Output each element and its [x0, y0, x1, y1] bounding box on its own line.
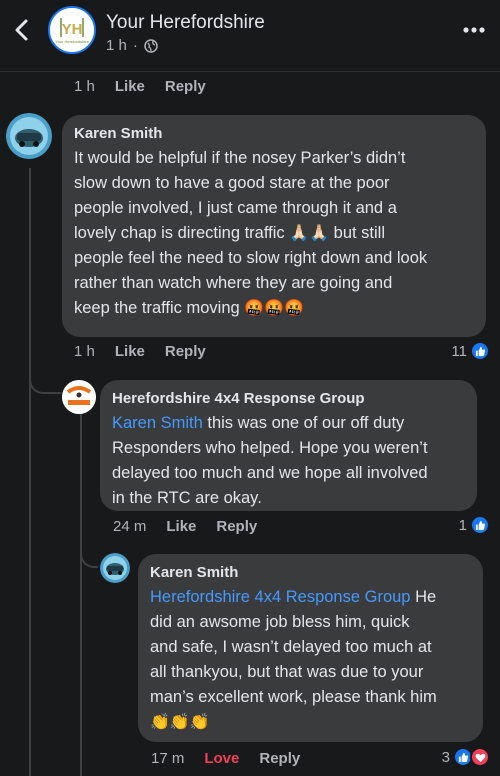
- angry-face-emoji: 🤬🤬🤬: [244, 299, 305, 317]
- mention-link[interactable]: Karen Smith: [112, 414, 203, 432]
- post-time[interactable]: 1 h: [106, 37, 127, 54]
- reply-button[interactable]: Reply: [216, 518, 257, 535]
- response-group-logo-icon: [62, 380, 96, 414]
- thread-connector: [29, 366, 61, 394]
- comment-line: did an awsome job bless him, quick: [150, 613, 410, 631]
- more-options-icon[interactable]: [462, 20, 486, 40]
- karen-smith-avatar[interactable]: [100, 553, 130, 583]
- comment-actions: 1 h Like Reply: [74, 343, 206, 360]
- page-title[interactable]: Your Herefordshire: [106, 12, 265, 34]
- reaction-count: 3: [441, 748, 450, 766]
- comment-time[interactable]: 1 h: [74, 343, 95, 360]
- comment-line: delayed too much and we hope all involve…: [112, 464, 428, 482]
- comment-bubble: Herefordshire 4x4 Response Group Karen S…: [100, 380, 477, 511]
- avatar-image: [6, 113, 52, 159]
- previous-comment-actions: 1 h Like Reply: [74, 78, 206, 95]
- globe-icon: [144, 38, 158, 53]
- comment-line: but still: [333, 224, 386, 242]
- comment-line: and safe, I wasn’t delayed too much at: [150, 638, 432, 656]
- mention-link[interactable]: Herefordshire 4x4 Response Group: [150, 588, 410, 606]
- reaction-count: 1: [458, 516, 467, 534]
- comment-actions: 24 m Like Reply: [113, 518, 257, 535]
- svg-text:Your Herefordshire: Your Herefordshire: [55, 39, 89, 44]
- reply-button[interactable]: Reply: [165, 78, 206, 95]
- comment-line: rather than watch where they are going a…: [74, 274, 393, 292]
- praying-hands-emoji: 🙏🏻🙏🏻: [289, 224, 330, 242]
- comment-author[interactable]: Karen Smith: [150, 564, 471, 581]
- comment-text: Herefordshire 4x4 Response Group He did …: [150, 585, 471, 735]
- reaction-summary[interactable]: 3: [442, 747, 490, 767]
- thread-line: [29, 168, 31, 776]
- post-header: YH Your Herefordshire Your Herefordshire…: [0, 0, 500, 72]
- reaction-summary[interactable]: 11: [451, 341, 490, 361]
- your-herefordshire-logo-icon: YH Your Herefordshire: [50, 8, 94, 52]
- karen-smith-avatar[interactable]: [6, 113, 52, 159]
- herefordshire-4x4-avatar[interactable]: [62, 380, 96, 414]
- meta-separator: ·: [132, 37, 138, 54]
- comment-line: all thankyou, but that was due to your: [150, 663, 424, 681]
- love-button[interactable]: Love: [204, 750, 239, 767]
- reaction-summary[interactable]: 1: [459, 515, 490, 535]
- avatar-image: [100, 553, 130, 583]
- love-reaction-icon: [470, 747, 490, 767]
- comment-line: people involved, I just came through it …: [74, 199, 397, 217]
- comment-time[interactable]: 17 m: [151, 750, 184, 767]
- comment-line: He: [410, 588, 437, 606]
- comment-line: Responders who helped. Hope you weren’t: [112, 439, 428, 457]
- post-meta: 1 h ·: [106, 37, 158, 54]
- back-arrow-icon[interactable]: [8, 16, 36, 44]
- comment-line: man’s excellent work, please thank him: [150, 688, 437, 706]
- like-button[interactable]: Like: [115, 78, 145, 95]
- comment-author[interactable]: Karen Smith: [74, 125, 474, 142]
- comment-author[interactable]: Herefordshire 4x4 Response Group: [112, 390, 465, 407]
- comment-line: lovely chap is directing traffic: [74, 224, 285, 242]
- comment-time[interactable]: 24 m: [113, 518, 146, 535]
- comment-actions: 17 m Love Reply: [151, 750, 300, 767]
- comment-text: It would be helpful if the nosey Parker’…: [74, 146, 474, 321]
- reply-button[interactable]: Reply: [165, 343, 206, 360]
- like-reaction-icon: [470, 341, 490, 361]
- comment-line: in the RTC are okay.: [112, 489, 262, 507]
- comment-line: this was one of our off duty: [202, 414, 405, 432]
- comment-time[interactable]: 1 h: [74, 78, 95, 95]
- clapping-hands-emoji: 👏👏👏: [150, 713, 210, 731]
- comment-line: slow down to have a good stare at the po…: [74, 174, 390, 192]
- thread-connector-reply: [80, 546, 98, 568]
- comment-text: Karen Smith this was one of our off duty…: [112, 411, 465, 511]
- like-reaction-icon: [470, 515, 490, 535]
- reply-button[interactable]: Reply: [259, 750, 300, 767]
- svg-text:YH: YH: [62, 21, 83, 38]
- reaction-count: 11: [451, 342, 467, 360]
- like-button[interactable]: Like: [166, 518, 196, 535]
- comment-bubble: Karen Smith Herefordshire 4x4 Response G…: [138, 554, 483, 742]
- comment-line: people feel the need to slow right down …: [74, 249, 428, 267]
- comment-line: keep the traffic moving: [74, 299, 240, 317]
- like-button[interactable]: Like: [115, 343, 145, 360]
- page-avatar[interactable]: YH Your Herefordshire: [48, 6, 96, 54]
- thread-line-reply: [80, 412, 82, 776]
- comment-bubble: Karen Smith It would be helpful if the n…: [62, 115, 486, 337]
- comment-line: It would be helpful if the nosey Parker’…: [74, 149, 406, 167]
